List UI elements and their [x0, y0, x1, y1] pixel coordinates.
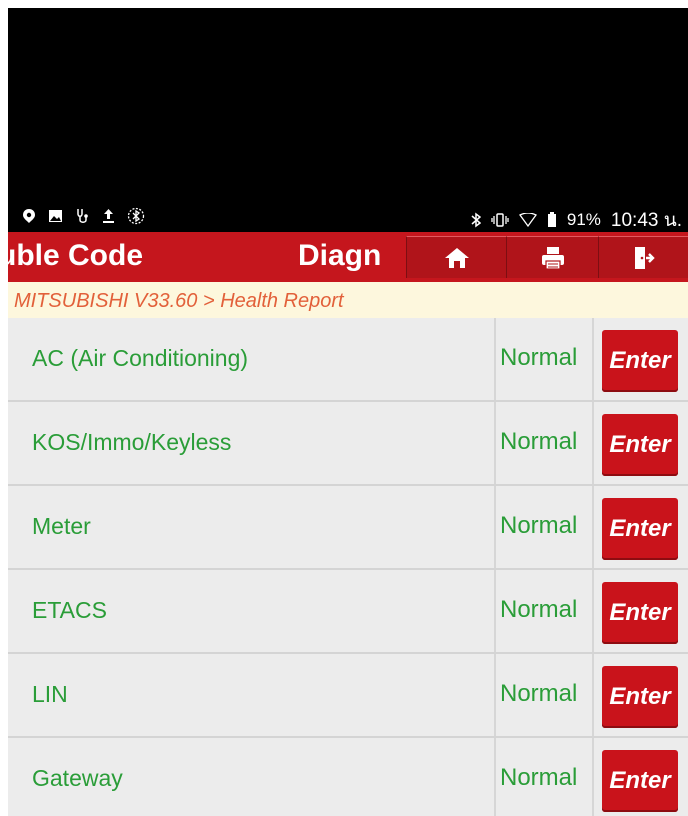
home-icon: [444, 247, 469, 268]
column-divider: [494, 570, 496, 652]
system-name: AC (Air Conditioning): [32, 345, 249, 371]
system-status: Normal: [500, 680, 578, 707]
breadcrumb: MITSUBISHI V33.60 > Health Report: [8, 282, 688, 318]
page-title-part-1: uble Code: [8, 239, 144, 272]
enter-button[interactable]: Enter: [602, 750, 678, 812]
enter-button[interactable]: Enter: [602, 498, 678, 560]
exit-icon: [634, 246, 655, 269]
battery-icon: [547, 212, 556, 227]
printer-icon: [541, 246, 564, 270]
page-title-part-2: Diagn: [298, 239, 382, 272]
column-divider: [494, 654, 496, 736]
list-item: AC (Air Conditioning) Normal Enter: [8, 318, 688, 402]
enter-button[interactable]: Enter: [602, 666, 678, 728]
print-button[interactable]: [506, 236, 598, 278]
battery-percent: 91%: [566, 210, 601, 229]
system-name: LIN: [32, 681, 68, 707]
stethoscope-icon: [77, 209, 88, 223]
enter-button[interactable]: Enter: [602, 582, 678, 644]
vibrate-icon: [491, 213, 509, 227]
exit-button[interactable]: [598, 236, 688, 278]
list-item: Gateway Normal Enter: [8, 738, 688, 816]
list-item: LIN Normal Enter: [8, 654, 688, 738]
system-status: Normal: [500, 764, 578, 791]
wifi-icon: [518, 213, 537, 227]
list-item: Meter Normal Enter: [8, 486, 688, 570]
status-bar: 91% 10:43 น.: [8, 200, 688, 232]
column-divider: [494, 318, 496, 400]
list-item: KOS/Immo/Keyless Normal Enter: [8, 402, 688, 486]
column-divider: [494, 738, 496, 816]
column-divider: [592, 570, 594, 652]
clock: 10:43 น.: [610, 210, 682, 231]
page-title: uble Code Diagn: [8, 239, 398, 275]
upload-icon: [103, 209, 114, 223]
list-item: ETACS Normal Enter: [8, 570, 688, 654]
system-name: Meter: [32, 513, 91, 539]
black-top-area: [8, 8, 688, 200]
system-name: Gateway: [32, 765, 123, 791]
notification-icons: [22, 207, 145, 225]
system-indicators: 91% 10:43 น.: [471, 205, 682, 235]
health-report-list: AC (Air Conditioning) Normal Enter KOS/I…: [8, 318, 688, 816]
column-divider: [592, 738, 594, 816]
app-toolbar: uble Code Diagn: [8, 232, 688, 282]
system-name: KOS/Immo/Keyless: [32, 429, 232, 455]
system-status: Normal: [500, 512, 578, 539]
system-status: Normal: [500, 596, 578, 623]
home-button[interactable]: [406, 236, 506, 278]
enter-button[interactable]: Enter: [602, 414, 678, 476]
system-status: Normal: [500, 344, 578, 371]
image-icon: [49, 210, 62, 222]
column-divider: [494, 402, 496, 484]
bluetooth-icon: [471, 212, 481, 228]
column-divider: [592, 654, 594, 736]
column-divider: [494, 486, 496, 568]
column-divider: [592, 318, 594, 400]
bluetooth-circle-icon: [127, 207, 145, 225]
column-divider: [592, 486, 594, 568]
location-pin-icon: [23, 209, 35, 223]
enter-button[interactable]: Enter: [602, 330, 678, 392]
system-status: Normal: [500, 428, 578, 455]
system-name: ETACS: [32, 597, 107, 623]
column-divider: [592, 402, 594, 484]
